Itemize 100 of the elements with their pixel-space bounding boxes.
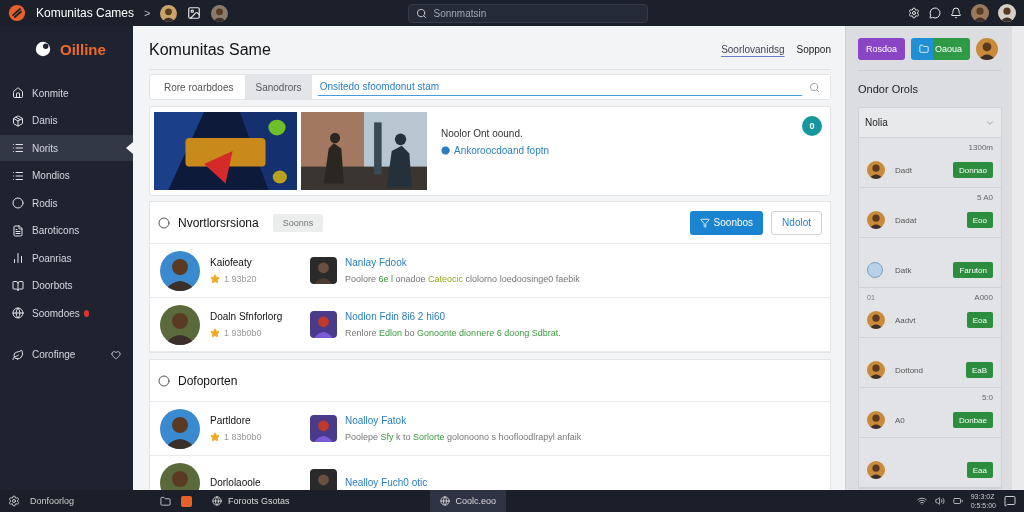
sidebar-label: Konmite [32,87,69,99]
entry-name: Dottond [895,365,925,375]
taskbar-item[interactable]: Coolc.eoo [429,490,507,512]
chat-icon[interactable] [929,7,941,19]
sidebar-item[interactable]: Corofinge [0,341,133,368]
user-name: Dorlolaoole [210,477,261,488]
banner-link[interactable]: Ankoroocdoand foptn [441,145,550,156]
battery-icon[interactable] [952,496,963,506]
panel-button[interactable]: Rosdoa [858,38,906,60]
sidebar-label: Soomdoes [32,307,80,319]
entry-time: 5 A0 [977,192,993,202]
list-icon [12,142,24,154]
section-title: Nvortlorsrsiona [178,215,259,230]
post-title[interactable]: Nodlon Fdin 8i6 2 hi60 [345,311,561,322]
app-icon[interactable] [181,495,192,507]
star-icon [210,274,220,284]
sidebar-label: Doorbots [32,280,73,291]
taskbar-item[interactable]: Foroots Gsotas [202,490,300,512]
chip[interactable]: Soonns [272,213,324,232]
sidebar-item[interactable]: Baroticons [0,217,133,244]
sidebar-item[interactable]: Norits [0,135,133,161]
star-icon [210,328,220,338]
tab[interactable]: Rore roarbdoes [154,75,244,99]
action-button[interactable]: Ndolot [771,210,822,235]
page-title: Komunitas Same [149,40,271,59]
start-icon[interactable] [8,495,20,507]
sidebar-item[interactable]: Konmite [0,80,133,106]
entry-time: 5:0 [981,392,993,402]
group-icon [867,262,883,278]
folder-icon[interactable] [160,495,171,507]
start-label: Donfoorlog [30,496,76,506]
action-button[interactable]: Soonbos [689,210,764,235]
entry-button[interactable]: Donnao [952,162,993,178]
circle-icon [158,374,170,387]
panel-button[interactable]: Oaoua [911,38,971,60]
search-field[interactable]: Sonnmatsin [408,3,649,23]
avatar [998,4,1016,22]
sidebar-label: Baroticons [32,225,80,236]
tab[interactable]: Sanodrors [245,75,312,99]
entry-button[interactable]: Eoo [966,212,993,228]
avatar [160,462,200,490]
avatar [867,211,885,229]
app-title: Komunitas Cames [36,6,135,20]
globe-icon [212,496,222,506]
count-badge: 0 [802,116,822,136]
dropdown[interactable]: Nolia [859,108,1001,138]
post-description: Poolore 6e l onadoe Cateocic clolorno loedoosinge0 faebik [345,274,580,284]
network-icon[interactable] [916,496,927,506]
breadcrumb-separator: > [144,7,151,19]
scrollbar[interactable] [1012,26,1024,490]
entry-button[interactable]: Eaa [966,462,993,478]
entry-name: Dadat [895,215,918,225]
sidebar-item[interactable]: Doorbots [0,272,133,299]
list-icon [12,169,24,182]
header-link[interactable]: Soorlovanidsg [721,44,785,55]
avatar [160,408,200,449]
avatar [211,4,229,22]
entry-name: A0 [895,415,906,425]
filter-input[interactable]: Onsitedo sfoomdonut stam [317,78,802,96]
sidebar-item[interactable]: Danis [0,107,133,134]
dot-icon [441,146,450,155]
panel-heading: Ondor Orols [858,83,919,95]
globe-icon [12,307,24,319]
section-title: Dofoporten [178,373,238,388]
sidebar-item[interactable]: Mondios [0,162,133,189]
sidebar-item[interactable]: Poanrias [0,245,133,271]
entry-button[interactable]: Faruton [953,262,993,278]
avatar [971,4,989,22]
image-icon[interactable] [187,6,202,20]
logo-icon [8,4,26,22]
post-title[interactable]: Nealloy Fuch0 otic [345,477,428,488]
notification-icon[interactable] [1004,495,1016,507]
entry-button[interactable]: Donbae [952,412,993,428]
post-title[interactable]: Noalloy Fatok [345,415,582,426]
circle-icon [12,197,24,209]
sidebar-label: Mondios [32,170,70,181]
header-link[interactable]: Soppon [796,44,831,55]
rating: 1 93b0b0 [210,328,283,338]
entry-time: A000 [974,292,993,302]
user-name: Kaiofeaty [210,257,253,268]
folder-icon [919,44,930,54]
post-description: Renlore Edlon bo Gonoonte dionnere 6 doong Sdbrat. [345,328,561,338]
avatar [867,411,885,429]
bell-icon[interactable] [950,7,962,19]
sidebar-item[interactable]: Soomdoes [0,300,133,326]
sidebar-label: Rodis [32,197,58,209]
circle-icon [158,216,170,229]
rating: 1 93b20 [210,274,257,284]
banner-text: Noolor Ont oound. [441,128,524,139]
home-icon [12,87,24,99]
heart-icon[interactable] [111,349,121,360]
sidebar-item[interactable]: Rodis [0,190,133,216]
post-title[interactable]: Nanlay Fdook [345,257,580,268]
avatar [160,250,200,291]
settings-icon[interactable] [908,7,920,19]
entry-button[interactable]: EaB [965,362,993,378]
entry-button[interactable]: Eoa [966,312,993,328]
rating: 1 83b0b0 [210,432,262,442]
volume-icon[interactable] [934,496,945,506]
search-icon [416,7,428,19]
